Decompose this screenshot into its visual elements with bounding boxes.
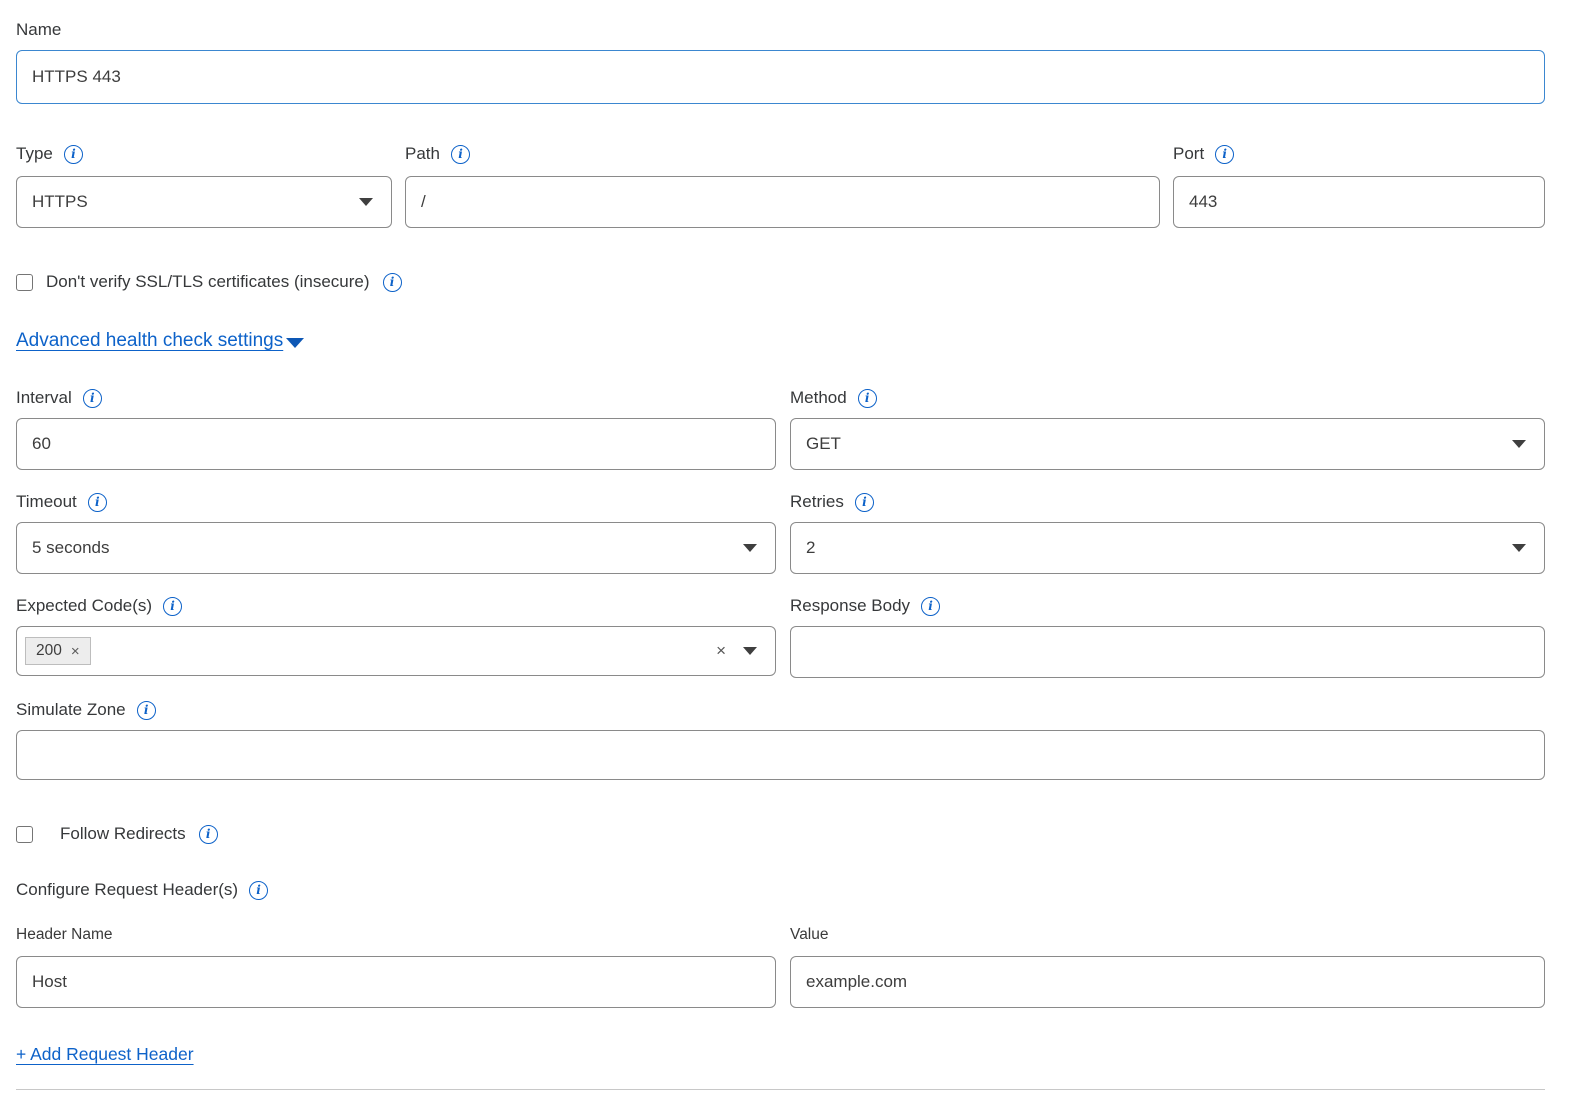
request-headers-info-icon[interactable]: i [249,881,268,900]
response-body-label-row: Response Body i [790,596,1545,616]
retries-label: Retries [790,492,844,512]
interval-label-row: Interval i [16,388,776,408]
header-name-input[interactable] [16,956,776,1008]
expected-codes-label-row: Expected Code(s) i [16,596,776,616]
method-label-row: Method i [790,388,1545,408]
section-divider [16,1089,1545,1090]
path-label: Path [405,144,440,164]
request-headers-section-label-row: Configure Request Header(s) i [16,880,1545,900]
caret-down-icon [359,198,373,206]
codes-body-inputs: 200 × × [16,626,1545,678]
method-label: Method [790,388,847,408]
timeout-label: Timeout [16,492,77,512]
clear-selection-button[interactable]: × [716,641,726,661]
caret-down-icon [743,544,757,552]
name-label-row: Name [16,20,1545,40]
path-input[interactable] [405,176,1160,228]
follow-redirects-checkbox[interactable] [16,826,33,843]
type-select-value: HTTPS [32,192,88,212]
expected-codes-info-icon[interactable]: i [163,597,182,616]
method-select[interactable]: GET [790,418,1545,470]
port-label: Port [1173,144,1204,164]
timeout-info-icon[interactable]: i [88,493,107,512]
name-label: Name [16,20,61,40]
path-label-row: Path i [405,144,1160,164]
port-label-row: Port i [1173,144,1545,164]
follow-redirects-info-icon[interactable]: i [199,825,218,844]
simulate-zone-info-icon[interactable]: i [137,701,156,720]
advanced-settings-row: Advanced health check settings [16,330,1545,352]
interval-method-inputs: GET [16,418,1545,470]
remove-tag-button[interactable]: × [71,643,80,660]
caret-down-icon[interactable] [743,647,757,655]
port-input[interactable] [1173,176,1545,228]
expected-code-tag-value: 200 [36,642,62,660]
simulate-zone-label: Simulate Zone [16,700,126,720]
header-value-input[interactable] [790,956,1545,1008]
type-label-row: Type i [16,144,392,164]
retries-info-icon[interactable]: i [855,493,874,512]
name-input[interactable] [16,50,1545,104]
port-info-icon[interactable]: i [1215,145,1234,164]
header-name-column-label: Header Name [16,926,776,944]
header-value-column-label: Value [790,926,1545,944]
simulate-zone-input[interactable] [16,730,1545,780]
multiselect-controls: × [716,641,757,661]
method-select-value: GET [806,434,841,454]
timeout-retries-inputs: 5 seconds 2 [16,522,1545,574]
interval-info-icon[interactable]: i [83,389,102,408]
retries-select[interactable]: 2 [790,522,1545,574]
response-body-label: Response Body [790,596,910,616]
codes-body-labels: Expected Code(s) i Response Body i [16,596,1545,616]
type-label: Type [16,144,53,164]
timeout-select[interactable]: 5 seconds [16,522,776,574]
advanced-settings-link-label: Advanced health check settings [16,330,283,352]
ssl-verify-info-icon[interactable]: i [383,273,402,292]
expected-code-tag: 200 × [25,637,91,665]
expected-codes-label: Expected Code(s) [16,596,152,616]
follow-redirects-row: Follow Redirects i [16,824,1545,844]
retries-select-value: 2 [806,538,815,558]
caret-down-icon [1512,440,1526,448]
caret-down-icon [1512,544,1526,552]
header-column-labels: Header Name Value [16,926,1545,944]
type-select[interactable]: HTTPS [16,176,392,228]
ssl-verify-checkbox[interactable] [16,274,33,291]
timeout-select-value: 5 seconds [32,538,110,558]
ssl-verify-label: Don't verify SSL/TLS certificates (insec… [46,272,370,292]
add-request-header-label: + Add Request Header [16,1044,194,1065]
expected-codes-multiselect[interactable]: 200 × × [16,626,776,676]
response-body-info-icon[interactable]: i [921,597,940,616]
advanced-settings-link[interactable]: Advanced health check settings [16,330,304,352]
health-check-form: Name Type i Path i Port i HTTPS Don't ve… [0,0,1570,1090]
type-info-icon[interactable]: i [64,145,83,164]
follow-redirects-label: Follow Redirects [60,824,186,844]
interval-method-labels: Interval i Method i [16,388,1545,408]
timeout-label-row: Timeout i [16,492,776,512]
request-headers-section-label: Configure Request Header(s) [16,880,238,900]
interval-input[interactable] [16,418,776,470]
timeout-retries-labels: Timeout i Retries i [16,492,1545,512]
retries-label-row: Retries i [790,492,1545,512]
method-info-icon[interactable]: i [858,389,877,408]
type-path-port-labels: Type i Path i Port i [16,144,1545,164]
simulate-zone-label-row: Simulate Zone i [16,700,1545,720]
response-body-input[interactable] [790,626,1545,678]
header-row [16,956,1545,1008]
type-path-port-inputs: HTTPS [16,176,1545,228]
ssl-verify-row: Don't verify SSL/TLS certificates (insec… [16,272,1545,292]
add-request-header-link[interactable]: + Add Request Header [16,1044,194,1065]
add-request-header-row: + Add Request Header [16,1044,1545,1065]
path-info-icon[interactable]: i [451,145,470,164]
interval-label: Interval [16,388,72,408]
caret-down-icon [286,338,304,348]
